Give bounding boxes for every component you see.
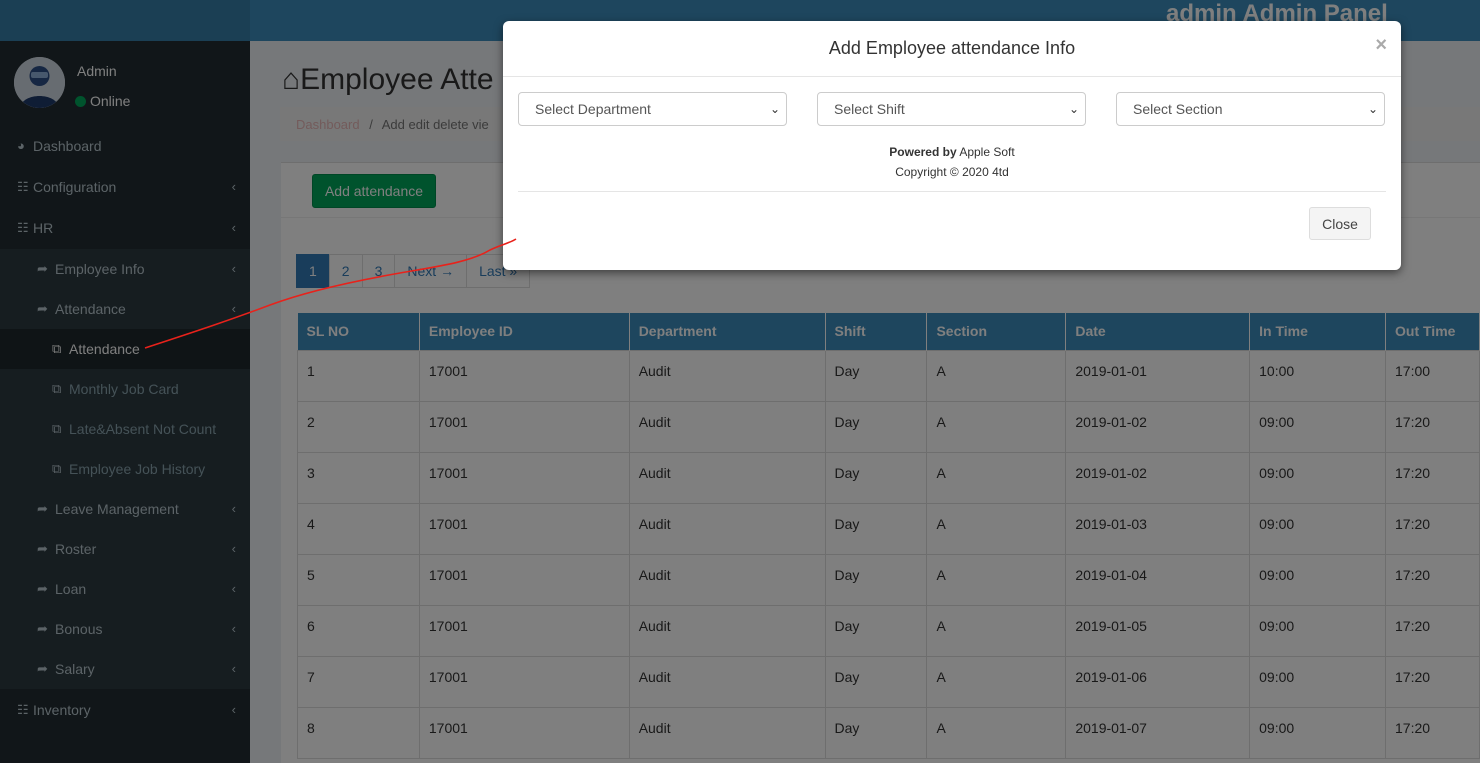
modal-divider <box>518 191 1386 192</box>
copyright: Copyright © 2020 4td <box>895 165 1009 179</box>
department-select-value: Select Department <box>535 101 651 117</box>
chevron-down-icon: ⌄ <box>1367 102 1378 116</box>
close-button[interactable]: Close <box>1309 207 1371 240</box>
modal-header: Add Employee attendance Info × <box>503 21 1401 77</box>
powered-by: Powered by Apple Soft <box>503 145 1401 159</box>
department-select[interactable]: Select Department ⌄ <box>518 92 787 126</box>
powered-by-label: Powered by <box>889 145 957 159</box>
chevron-down-icon: ⌄ <box>1068 102 1079 116</box>
modal-title: Add Employee attendance Info <box>828 38 1076 58</box>
shift-select[interactable]: Select Shift ⌄ <box>817 92 1086 126</box>
section-select-value: Select Section <box>1133 101 1223 117</box>
close-icon[interactable]: × <box>1375 35 1387 55</box>
powered-by-value: Apple Soft <box>959 145 1015 159</box>
shift-select-value: Select Shift <box>834 101 905 117</box>
section-select[interactable]: Select Section ⌄ <box>1116 92 1385 126</box>
chevron-down-icon: ⌄ <box>769 102 780 116</box>
add-attendance-modal: Add Employee attendance Info × Select De… <box>503 21 1401 270</box>
